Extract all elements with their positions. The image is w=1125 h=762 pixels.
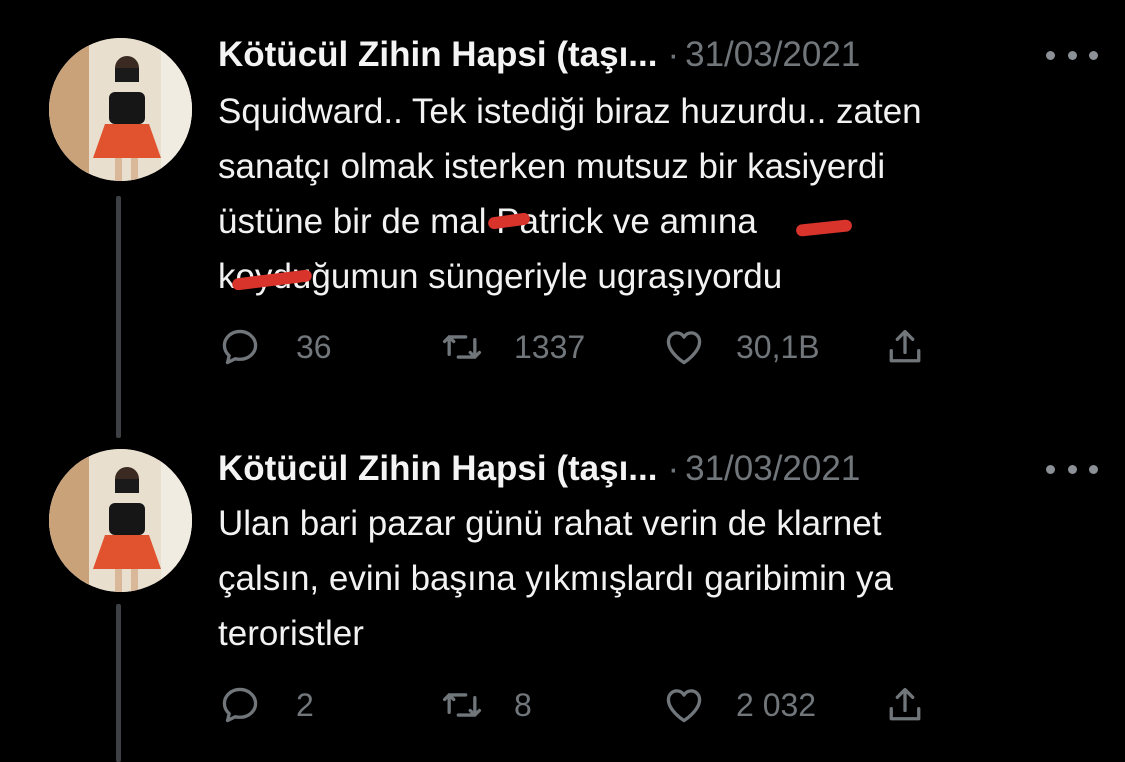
retweet-button[interactable]: 1337 xyxy=(440,322,585,372)
more-options-icon[interactable] xyxy=(1046,449,1098,489)
reply-count: 36 xyxy=(296,328,332,365)
retweet-icon xyxy=(442,693,482,717)
like-button[interactable]: 2 032 xyxy=(662,680,816,730)
retweet-count: 1337 xyxy=(514,328,586,365)
tweet-date[interactable]: 31/03/2021 xyxy=(685,449,860,488)
tweet-header: Kötücül Zihin Hapsi (taşı... · 31/03/2021 xyxy=(218,449,1098,489)
like-count: 30,1B xyxy=(736,328,820,365)
tweet-text: Squidward.. Tek istediği biraz huzurdu..… xyxy=(218,92,922,296)
reply-button[interactable]: 2 xyxy=(218,680,314,730)
thread-line xyxy=(116,604,121,762)
tweet-text: Ulan bari pazar günü rahat verin de klar… xyxy=(218,504,893,653)
reply-icon xyxy=(222,687,258,723)
separator-dot: · xyxy=(667,449,680,488)
reply-count: 2 xyxy=(296,686,314,723)
like-count: 2 032 xyxy=(736,686,817,723)
reply-button[interactable]: 36 xyxy=(218,322,332,372)
more-options-icon[interactable] xyxy=(1046,35,1098,75)
author-name[interactable]: Kötücül Zihin Hapsi (taşı... xyxy=(218,35,657,74)
heart-icon xyxy=(666,689,702,723)
avatar-photo xyxy=(49,449,192,592)
tweet-actions: 2 8 2 032 xyxy=(218,680,938,730)
avatar-photo xyxy=(49,38,192,181)
avatar[interactable] xyxy=(49,449,192,592)
share-button[interactable] xyxy=(883,680,927,730)
avatar[interactable] xyxy=(49,38,192,181)
retweet-icon xyxy=(442,335,482,359)
share-icon xyxy=(889,329,921,363)
like-button[interactable]: 30,1B xyxy=(662,322,820,372)
share-icon xyxy=(889,687,921,721)
retweet-count: 8 xyxy=(514,686,532,723)
reply-icon xyxy=(222,329,258,365)
tweet-actions: 36 1337 30,1B xyxy=(218,322,938,372)
separator-dot: · xyxy=(667,35,680,74)
thread-line xyxy=(116,196,121,438)
tweet-header: Kötücül Zihin Hapsi (taşı... · 31/03/2021 xyxy=(218,35,1098,75)
author-name[interactable]: Kötücül Zihin Hapsi (taşı... xyxy=(218,449,657,488)
share-button[interactable] xyxy=(883,322,927,372)
tweet-date[interactable]: 31/03/2021 xyxy=(685,35,860,74)
retweet-button[interactable]: 8 xyxy=(440,680,532,730)
heart-icon xyxy=(666,331,702,365)
